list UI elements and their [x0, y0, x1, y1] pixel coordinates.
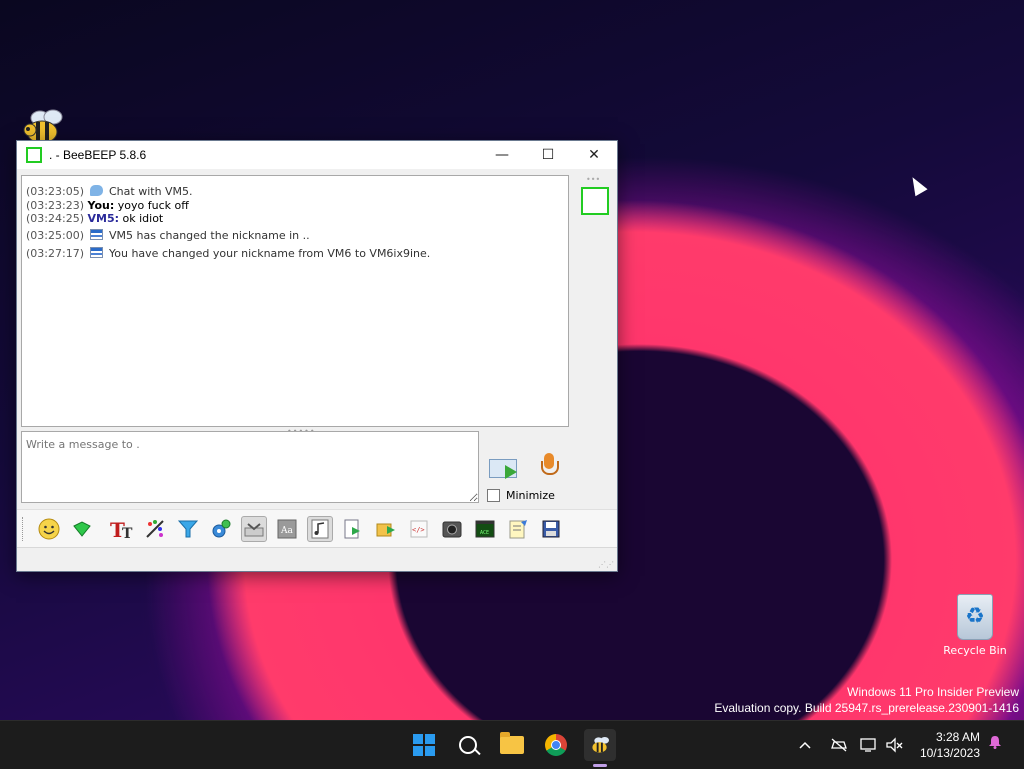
recycle-bin[interactable]: ♻ Recycle Bin — [936, 594, 1014, 657]
timestamp: (03:24:25) — [26, 212, 84, 225]
emoticons-icon[interactable] — [36, 516, 62, 542]
screenshot-icon[interactable] — [439, 516, 465, 542]
chevron-up-icon — [799, 741, 811, 749]
gem-icon[interactable] — [69, 516, 95, 542]
timestamp: (03:23:05) — [26, 185, 84, 198]
svg-text:T: T — [122, 526, 133, 540]
user-status-box[interactable] — [581, 187, 609, 215]
chrome-icon — [545, 734, 567, 756]
title-bar[interactable]: . - BeeBEEP 5.8.6 — ☐ ✕ — [17, 141, 617, 169]
status-bar: ⋰⋰ — [17, 547, 617, 571]
bee-icon — [592, 736, 609, 753]
beebeep-window: . - BeeBEEP 5.8.6 — ☐ ✕ (03:23:05) Chat … — [16, 140, 618, 572]
folder-icon — [500, 732, 524, 754]
volume-button[interactable] — [886, 721, 904, 769]
text-style-icon[interactable]: Aa — [274, 516, 300, 542]
active-app-indicator — [593, 764, 607, 767]
beebeep-taskbar-button[interactable] — [584, 729, 616, 767]
system-message-icon — [89, 229, 103, 240]
toolbar-grip[interactable] — [22, 517, 29, 541]
size-grip[interactable]: ⋰⋰ — [598, 560, 614, 569]
app-status-icon — [26, 147, 42, 163]
save-icon[interactable] — [538, 516, 564, 542]
monitor-icon — [860, 738, 876, 752]
side-panel: ••• — [573, 175, 613, 425]
chat-line: (03:23:05) Chat with VM5. — [26, 185, 193, 198]
inbox-icon[interactable] — [241, 516, 267, 542]
clock-time: 3:28 AM — [935, 730, 980, 744]
timestamp: (03:25:00) — [26, 229, 84, 242]
search-icon — [459, 736, 477, 754]
window-title: . - BeeBEEP 5.8.6 — [49, 148, 147, 162]
music-note-icon[interactable] — [307, 516, 333, 542]
chat-line: (03:23:23) You: yoyo fuck off — [26, 199, 189, 212]
filter-icon[interactable] — [175, 516, 201, 542]
taskbar: 3:28 AM 10/13/2023 — [0, 720, 1024, 769]
panel-grip[interactable]: ••• — [586, 175, 600, 184]
show-hidden-icons-button[interactable] — [798, 721, 812, 769]
message-text: You have changed your nickname from VM6 … — [109, 247, 431, 260]
minimize-checkbox[interactable] — [487, 489, 500, 502]
send-folder-icon[interactable] — [373, 516, 399, 542]
windows-logo-icon — [413, 734, 435, 756]
chat-line: (03:24:25) VM5: ok idiot — [26, 212, 163, 225]
timestamp: (03:23:23) — [26, 199, 84, 212]
recycle-bin-icon: ♻ — [957, 594, 993, 640]
send-file-icon[interactable] — [340, 516, 366, 542]
search-button[interactable] — [452, 729, 484, 761]
watermark-edition: Windows 11 Pro Insider Preview — [847, 685, 1019, 699]
svg-text:ACE: ACE — [480, 530, 489, 536]
sender-name: VM5: — [87, 212, 120, 225]
chrome-button[interactable] — [540, 729, 572, 761]
mouse-cursor-icon — [906, 173, 928, 197]
minimize-option[interactable]: Minimize — [487, 489, 555, 502]
system-message-icon — [89, 247, 103, 258]
close-button[interactable]: ✕ — [571, 141, 617, 169]
svg-text:Aa: Aa — [280, 526, 293, 536]
chat-line: (03:27:17) You have changed your nicknam… — [26, 247, 430, 260]
timestamp: (03:27:17) — [26, 247, 84, 260]
message-text: ok idiot — [122, 212, 164, 225]
message-text: yoyo fuck off — [117, 199, 189, 212]
chat-bubble-icon — [89, 185, 103, 196]
minimize-label: Minimize — [506, 489, 555, 502]
windows-watermark: Windows 11 Pro Insider Preview Evaluatio… — [714, 684, 1019, 716]
notification-bell-icon[interactable] — [988, 735, 1002, 749]
clock[interactable]: 3:28 AM 10/13/2023 — [910, 729, 980, 761]
file-explorer-button[interactable] — [496, 729, 528, 761]
sender-name: You: — [87, 199, 115, 212]
display-button[interactable] — [860, 721, 878, 769]
notes-icon[interactable] — [505, 516, 531, 542]
voice-message-button[interactable] — [537, 453, 561, 483]
microphone-stand — [541, 461, 559, 475]
recycle-bin-label: Recycle Bin — [943, 644, 1007, 657]
send-arrow-icon — [505, 465, 517, 479]
font-icon[interactable]: TT — [109, 516, 135, 542]
maximize-button[interactable]: ☐ — [525, 141, 571, 169]
code-icon[interactable]: </> — [406, 516, 432, 542]
send-message-button[interactable] — [489, 455, 521, 481]
settings-icon[interactable] — [208, 516, 234, 542]
chat-toolbar: TT Aa </> ACE — [17, 509, 617, 548]
start-button[interactable] — [408, 729, 440, 761]
minimize-button[interactable]: — — [479, 141, 525, 169]
clock-date: 10/13/2023 — [919, 746, 980, 760]
watermark-build: Evaluation copy. Build 25947.rs_prerelea… — [714, 701, 1019, 715]
volume-muted-icon — [886, 737, 903, 753]
message-text: VM5 has changed the nickname in .. — [109, 229, 310, 242]
color-icon[interactable] — [142, 516, 168, 542]
message-input[interactable] — [21, 431, 479, 503]
network-disconnected-icon — [831, 738, 847, 752]
chat-history[interactable]: (03:23:05) Chat with VM5. (03:23:23) You… — [21, 175, 569, 427]
terminal-icon[interactable]: ACE — [472, 516, 498, 542]
chat-line: (03:25:00) VM5 has changed the nickname … — [26, 229, 310, 242]
message-text: Chat with VM5. — [109, 185, 193, 198]
svg-text:</>: </> — [412, 526, 425, 534]
network-button[interactable] — [830, 721, 848, 769]
